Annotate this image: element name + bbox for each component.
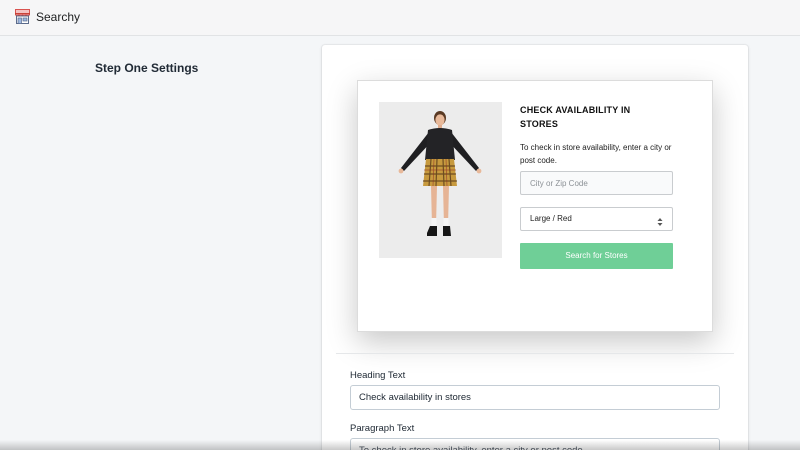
top-bar: Searchy bbox=[0, 0, 800, 36]
heading-text-label: Heading Text bbox=[350, 370, 406, 381]
variant-select[interactable]: Large / Red bbox=[520, 207, 673, 231]
widget-paragraph: To check in store availability, enter a … bbox=[520, 143, 672, 165]
paragraph-text-input[interactable]: To check in store availability, enter a … bbox=[350, 438, 720, 450]
widget-preview: CHECK AVAILABILITY IN STORES To check in… bbox=[357, 80, 713, 332]
app-title: Searchy bbox=[36, 10, 81, 24]
product-image bbox=[379, 102, 502, 258]
section-title: Step One Settings bbox=[95, 61, 199, 75]
heading-text-input[interactable]: Check availability in stores bbox=[350, 385, 720, 410]
divider bbox=[336, 353, 734, 354]
widget-heading: CHECK AVAILABILITY IN STORES bbox=[520, 105, 631, 129]
variant-select-value: Large / Red bbox=[530, 214, 572, 223]
paragraph-text-label: Paragraph Text bbox=[350, 423, 415, 434]
settings-card: CHECK AVAILABILITY IN STORES To check in… bbox=[322, 45, 748, 450]
search-for-stores-button[interactable]: Search for Stores bbox=[520, 243, 673, 269]
select-arrows-icon bbox=[657, 214, 663, 226]
storefront-icon[interactable] bbox=[14, 8, 31, 25]
city-zip-input[interactable] bbox=[520, 171, 673, 195]
